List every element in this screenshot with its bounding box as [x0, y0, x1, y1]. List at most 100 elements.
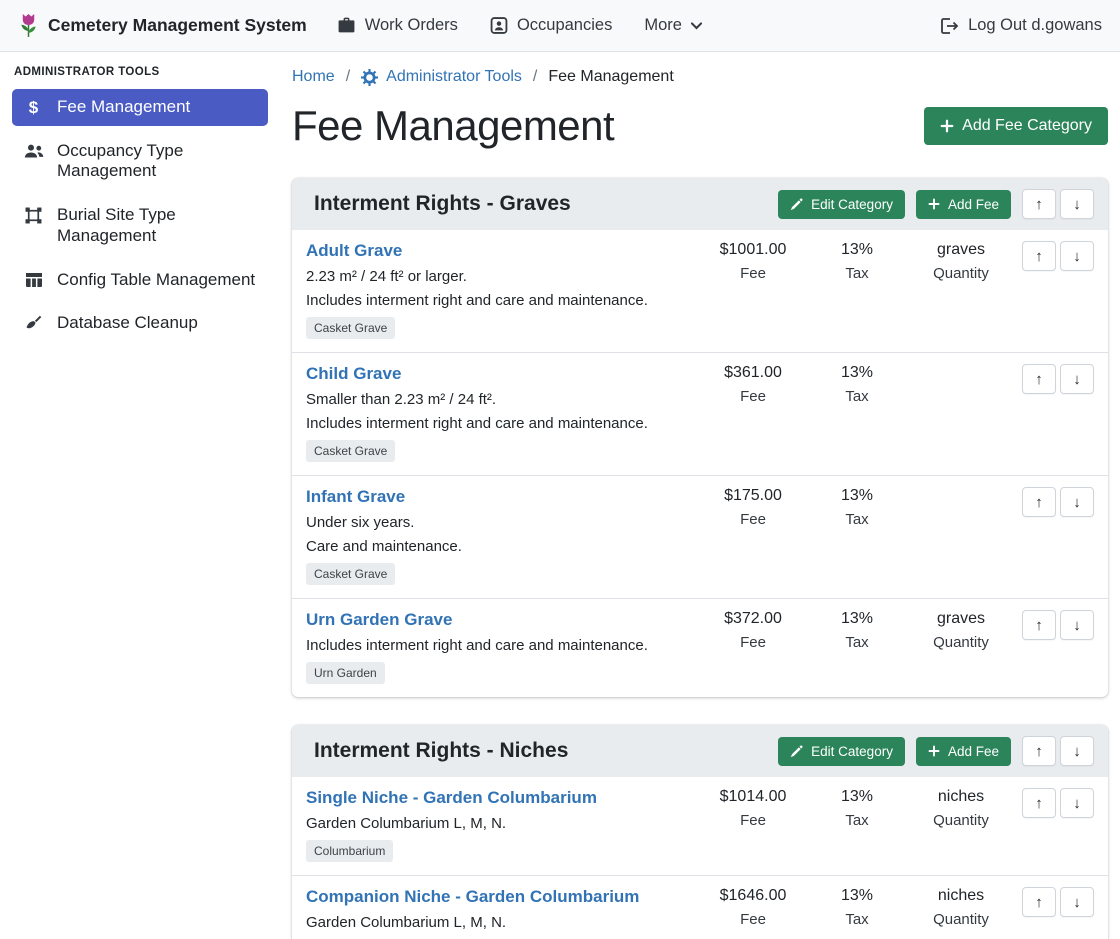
tulip-logo-icon	[18, 13, 39, 38]
dollar-icon: $	[22, 99, 45, 116]
tax-rate: 13% Tax	[806, 887, 908, 939]
fee-row: Child Grave Smaller than 2.23 m² / 24 ft…	[292, 352, 1108, 475]
breadcrumb-separator: /	[533, 68, 537, 86]
fee-amount: $372.00 Fee	[700, 610, 806, 684]
fee-name-link[interactable]: Infant Grave	[306, 487, 405, 506]
fee-amount: $1001.00 Fee	[700, 241, 806, 339]
fee-name-link[interactable]: Urn Garden Grave	[306, 610, 452, 629]
move-fee-down-button[interactable]: ↓	[1060, 241, 1094, 271]
broom-icon	[22, 315, 45, 331]
edit-category-button[interactable]: Edit Category	[778, 737, 905, 766]
plus-icon	[928, 198, 940, 210]
admin-sidebar: Administrator Tools $ Fee Management Occ…	[0, 52, 280, 939]
fee-name-link[interactable]: Single Niche - Garden Columbarium	[306, 788, 597, 807]
nav-more[interactable]: More	[644, 16, 702, 35]
breadcrumb-home-link[interactable]: Home	[292, 68, 335, 86]
top-navbar: Cemetery Management System Work Orders O…	[0, 0, 1120, 52]
fee-description: Care and maintenance.	[306, 538, 700, 555]
move-fee-up-button[interactable]: ↑	[1022, 364, 1056, 394]
breadcrumb-current: Fee Management	[548, 68, 673, 86]
category-card-graves: Interment Rights - Graves Edit Category …	[292, 178, 1108, 697]
fee-description: Garden Columbarium L, M, N.	[306, 914, 700, 931]
sidebar-item-database-cleanup[interactable]: Database Cleanup	[12, 305, 268, 342]
logout-button[interactable]: Log Out d.gowans	[941, 16, 1102, 35]
sidebar-nav: $ Fee Management Occupancy Type Manageme…	[0, 89, 280, 342]
fee-amount: $1646.00 Fee	[700, 887, 806, 939]
move-category-down-button[interactable]: ↓	[1060, 189, 1094, 219]
breadcrumb-separator: /	[346, 68, 350, 86]
fee-amount: $1014.00 Fee	[700, 788, 806, 862]
sidebar-item-occupancy-type-management[interactable]: Occupancy Type Management	[12, 133, 268, 190]
add-fee-category-button[interactable]: Add Fee Category	[924, 107, 1108, 145]
category-title: Interment Rights - Graves	[314, 190, 778, 218]
main-content: Home /	[280, 52, 1120, 939]
logout-icon	[941, 18, 959, 34]
nav-work-orders[interactable]: Work Orders	[337, 16, 458, 35]
plus-icon	[940, 119, 954, 133]
quantity-unit: graves Quantity	[908, 610, 1014, 684]
nav-occupancies[interactable]: Occupancies	[490, 16, 612, 35]
category-header: Interment Rights - Graves Edit Category …	[292, 178, 1108, 230]
fee-name-link[interactable]: Adult Grave	[306, 241, 402, 260]
move-fee-up-button[interactable]: ↑	[1022, 887, 1056, 917]
pencil-icon	[790, 745, 803, 758]
fee-row: Urn Garden Grave Includes interment righ…	[292, 598, 1108, 697]
fee-list: Adult Grave 2.23 m² / 24 ft² or larger. …	[292, 230, 1108, 697]
chevron-down-icon	[691, 22, 702, 30]
quantity-unit	[908, 364, 1014, 462]
fee-description: Smaller than 2.23 m² / 24 ft².	[306, 391, 700, 408]
move-fee-up-button[interactable]: ↑	[1022, 487, 1056, 517]
vector-square-icon	[22, 207, 45, 224]
plus-icon	[928, 745, 940, 757]
fee-description: Includes interment right and care and ma…	[306, 637, 700, 654]
fee-name-link[interactable]: Child Grave	[306, 364, 401, 383]
work-orders-icon	[337, 17, 356, 34]
move-fee-down-button[interactable]: ↓	[1060, 610, 1094, 640]
fee-list: Single Niche - Garden Columbarium Garden…	[292, 777, 1108, 939]
main-nav: Work Orders Occupancies More	[337, 16, 702, 35]
pencil-icon	[790, 198, 803, 211]
move-fee-up-button[interactable]: ↑	[1022, 610, 1056, 640]
fee-amount: $361.00 Fee	[700, 364, 806, 462]
sidebar-heading: Administrator Tools	[0, 66, 280, 89]
page-title: Fee Management	[292, 102, 614, 150]
fee-type-badge: Columbarium	[306, 840, 393, 862]
edit-category-button[interactable]: Edit Category	[778, 190, 905, 219]
move-category-down-button[interactable]: ↓	[1060, 736, 1094, 766]
tax-rate: 13% Tax	[806, 610, 908, 684]
quantity-unit	[908, 487, 1014, 585]
sidebar-item-fee-management[interactable]: $ Fee Management	[12, 89, 268, 126]
move-fee-up-button[interactable]: ↑	[1022, 241, 1056, 271]
quantity-unit: niches Quantity	[908, 788, 1014, 862]
fee-type-badge: Casket Grave	[306, 563, 395, 585]
app-brand[interactable]: Cemetery Management System	[18, 13, 307, 38]
move-fee-down-button[interactable]: ↓	[1060, 364, 1094, 394]
fee-type-badge: Urn Garden	[306, 662, 385, 684]
fee-description: Garden Columbarium L, M, N.	[306, 815, 700, 832]
table-icon	[22, 272, 45, 288]
move-category-up-button[interactable]: ↑	[1022, 736, 1056, 766]
move-fee-up-button[interactable]: ↑	[1022, 788, 1056, 818]
move-fee-down-button[interactable]: ↓	[1060, 887, 1094, 917]
add-fee-button[interactable]: Add Fee	[916, 737, 1011, 766]
fee-description: Under six years.	[306, 514, 700, 531]
category-title: Interment Rights - Niches	[314, 737, 778, 765]
fee-description: 2.23 m² / 24 ft² or larger.	[306, 268, 700, 285]
fee-type-badge: Casket Grave	[306, 440, 395, 462]
move-fee-down-button[interactable]: ↓	[1060, 487, 1094, 517]
category-card-niches: Interment Rights - Niches Edit Category …	[292, 725, 1108, 939]
fee-row: Adult Grave 2.23 m² / 24 ft² or larger. …	[292, 230, 1108, 352]
fee-amount: $175.00 Fee	[700, 487, 806, 585]
sidebar-item-burial-site-type-management[interactable]: Burial Site Type Management	[12, 197, 268, 254]
fee-description: Includes interment right and care and ma…	[306, 292, 700, 309]
sidebar-item-config-table-management[interactable]: Config Table Management	[12, 262, 268, 299]
move-fee-down-button[interactable]: ↓	[1060, 788, 1094, 818]
gear-icon	[361, 69, 378, 86]
move-category-up-button[interactable]: ↑	[1022, 189, 1056, 219]
breadcrumb-admin-tools-link[interactable]: Administrator Tools	[361, 68, 522, 86]
fee-row: Single Niche - Garden Columbarium Garden…	[292, 777, 1108, 875]
tax-rate: 13% Tax	[806, 487, 908, 585]
fee-name-link[interactable]: Companion Niche - Garden Columbarium	[306, 887, 639, 906]
app-title: Cemetery Management System	[48, 15, 307, 36]
add-fee-button[interactable]: Add Fee	[916, 190, 1011, 219]
